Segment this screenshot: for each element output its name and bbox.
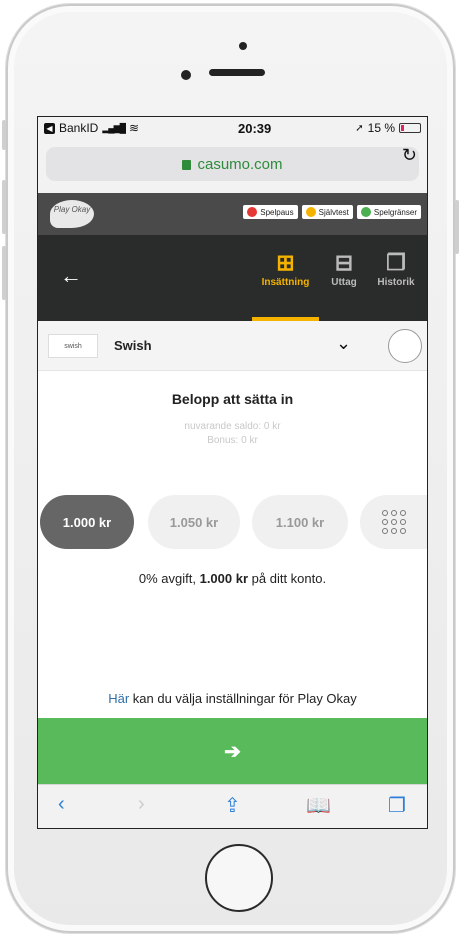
settings-link[interactable]: Här xyxy=(108,691,129,706)
gauge-icon xyxy=(305,207,316,217)
bonus-balance: Bonus: 0 kr xyxy=(207,435,258,446)
playokay-settings-text: Här kan du välja inställningar för Play … xyxy=(38,691,427,706)
playokay-logo: Play Okay xyxy=(50,200,94,228)
sjalvtest-button[interactable]: Självtest xyxy=(301,205,353,219)
chip-label: Spelgränser xyxy=(373,207,417,217)
swish-logo-text: swish xyxy=(64,342,82,350)
volume-up-button xyxy=(2,180,6,234)
tab-withdraw[interactable]: ⊟ Uttag xyxy=(323,249,365,288)
history-icon: ❐ xyxy=(386,250,406,275)
power-button xyxy=(455,200,459,254)
payment-method-selector[interactable]: swish Swish ⌄ xyxy=(38,321,427,371)
playokay-bar: Play Okay Spelpaus Självtest Spelgränser xyxy=(38,193,427,235)
carrier-label: BankID xyxy=(59,121,99,135)
tab-history[interactable]: ❐ Historik xyxy=(370,249,422,288)
tab-label: Insättning xyxy=(261,277,310,288)
payment-method-name: Swish xyxy=(114,338,152,353)
limits-icon xyxy=(360,207,371,217)
wifi-icon: ≋ xyxy=(128,121,140,135)
share-icon[interactable]: ⇪ xyxy=(224,793,241,818)
deposit-icon: ⊞ xyxy=(276,250,295,275)
swish-logo: swish xyxy=(48,334,98,358)
spelpaus-button[interactable]: Spelpaus xyxy=(243,205,298,219)
url-bar: casumo.com ↻ xyxy=(38,139,427,193)
back-arrow-icon[interactable]: ← xyxy=(60,263,82,289)
volume-down-button xyxy=(2,246,6,300)
reload-icon[interactable]: ↻ xyxy=(402,145,417,166)
chip-label: Självtest xyxy=(318,207,349,217)
submit-deposit-button[interactable]: ➔ xyxy=(38,718,427,784)
fee-summary: 0% avgift, 1.000 kr på ditt konto. xyxy=(38,571,427,586)
amount-title: Belopp att sätta in xyxy=(171,391,294,407)
camera xyxy=(181,70,191,80)
fee-prefix: 0% avgift, xyxy=(138,571,200,586)
screen: ◀ BankID ▂▄▆█ ≋ 20:39 ➚ 15 % casumo.com … xyxy=(37,116,428,829)
chip-label: Spelpaus xyxy=(260,207,294,217)
fee-suffix: på ditt konto. xyxy=(248,571,327,586)
url-text: casumo.com xyxy=(197,155,283,173)
payment-radio[interactable] xyxy=(388,329,422,363)
address-field[interactable]: casumo.com xyxy=(46,147,419,181)
home-button[interactable] xyxy=(205,844,273,912)
current-balance: nuvarande saldo: 0 kr xyxy=(184,421,281,432)
battery-percent: 15 % xyxy=(367,121,395,135)
arrow-right-icon: ➔ xyxy=(224,740,241,763)
forward-icon[interactable]: › xyxy=(138,793,145,816)
status-bar: ◀ BankID ▂▄▆█ ≋ 20:39 ➚ 15 % xyxy=(38,117,427,139)
settings-text: kan du välja inställningar för Play Okay xyxy=(129,691,357,706)
tab-label: Historik xyxy=(377,277,415,288)
pause-icon xyxy=(247,207,258,217)
fee-amount: 1.000 kr xyxy=(199,571,249,586)
amount-option[interactable]: 1.000 kr xyxy=(40,495,134,549)
lock-icon xyxy=(182,160,192,170)
mute-switch xyxy=(2,120,6,150)
bookmarks-icon[interactable]: 📖 xyxy=(306,793,331,818)
chevron-down-icon[interactable]: ⌄ xyxy=(336,333,351,354)
keypad-icon xyxy=(381,510,406,534)
back-icon[interactable]: ‹ xyxy=(58,793,65,816)
tab-label: Uttag xyxy=(331,277,357,288)
spelgranser-button[interactable]: Spelgränser xyxy=(356,205,421,219)
speaker xyxy=(209,69,265,76)
safari-toolbar: ‹ › ⇪ 📖 ❐ xyxy=(38,784,427,828)
amount-option[interactable]: 1.050 kr xyxy=(148,495,240,549)
cashier-nav: ← ⊞ Insättning ⊟ Uttag ❐ Historik xyxy=(38,235,427,321)
tab-deposit[interactable]: ⊞ Insättning xyxy=(252,249,319,288)
back-to-app-icon[interactable]: ◀ xyxy=(44,122,55,134)
location-icon: ➚ xyxy=(355,122,364,134)
withdraw-icon: ⊟ xyxy=(334,250,354,275)
battery-icon xyxy=(399,123,421,133)
clock: 20:39 xyxy=(238,120,272,136)
front-camera xyxy=(239,42,247,50)
amount-option[interactable]: 1.100 kr xyxy=(252,495,348,549)
amount-options: 1.000 kr 1.050 kr 1.100 kr xyxy=(38,495,427,549)
custom-amount-button[interactable] xyxy=(360,495,427,549)
tabs-icon[interactable]: ❐ xyxy=(388,793,406,818)
signal-icon: ▂▄▆█ xyxy=(102,122,126,133)
